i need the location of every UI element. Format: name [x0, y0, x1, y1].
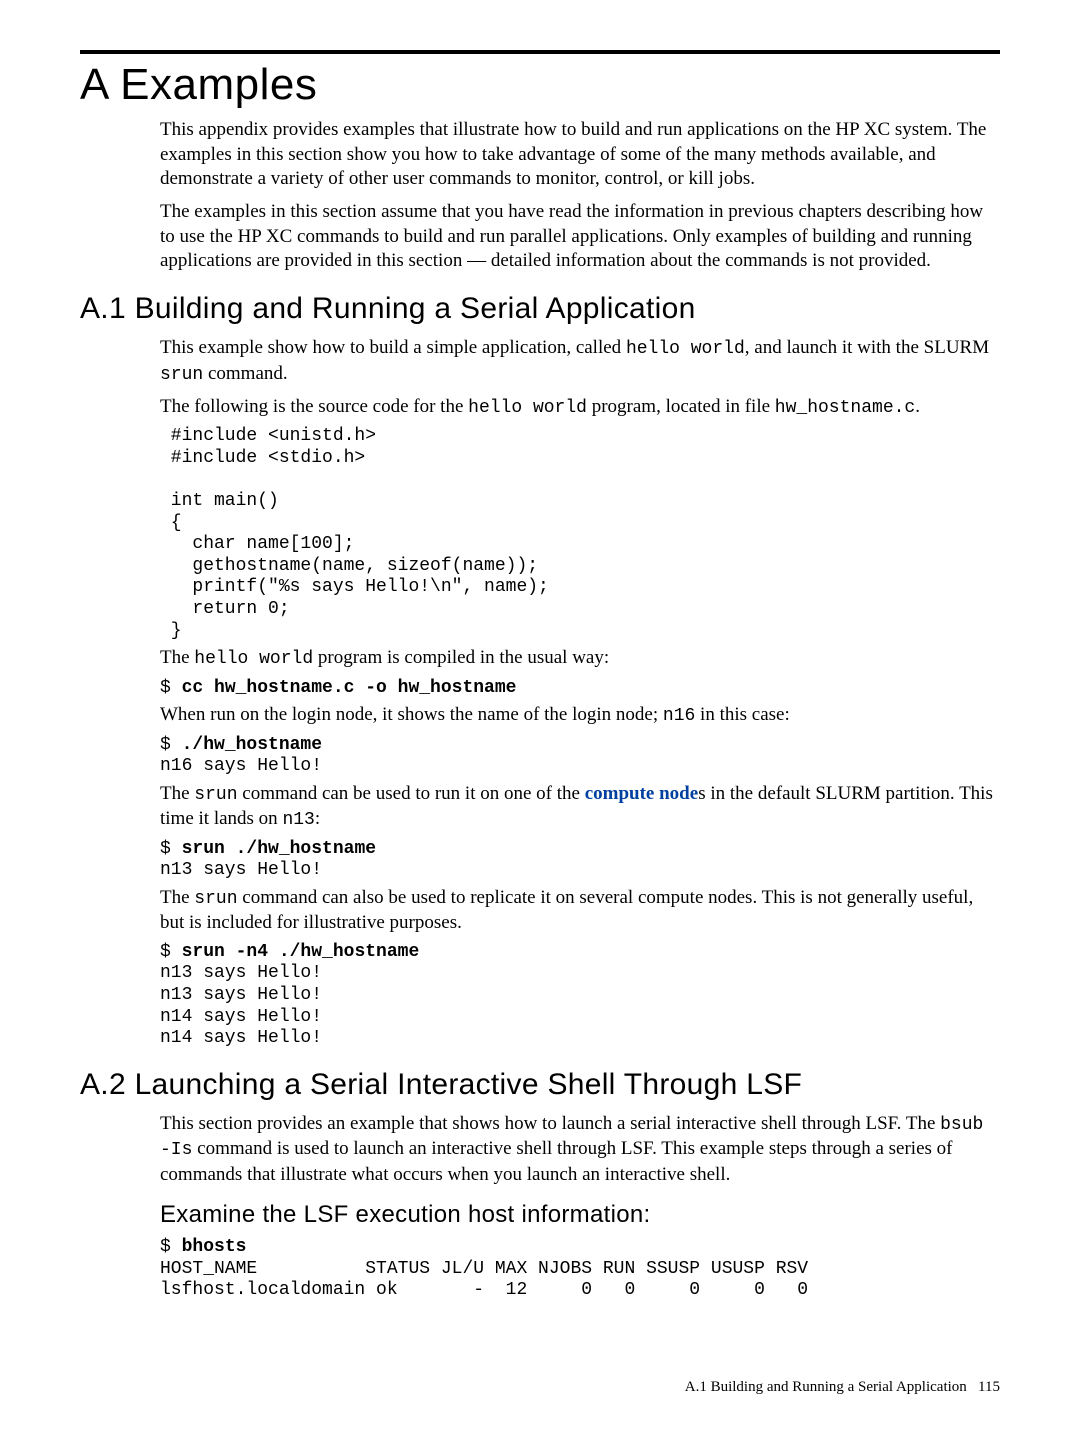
glossary-link-compute-node[interactable]: compute node — [585, 783, 698, 804]
inline-code: n16 — [663, 706, 695, 726]
inline-code: hello world — [468, 398, 587, 418]
section-a2-heading: A.2 Launching a Serial Interactive Shell… — [80, 1068, 1000, 1102]
a1-p3: The hello world program is compiled in t… — [160, 646, 1000, 671]
user-command: ./hw_hostname — [182, 735, 322, 755]
compile-command-block: $ cc hw_hostname.c -o hw_hostname — [160, 678, 1000, 700]
footer-section-title: A.1 Building and Running a Serial Applic… — [685, 1379, 967, 1395]
source-code-block: #include <unistd.h> #include <stdio.h> i… — [160, 426, 1000, 642]
user-command: bhosts — [182, 1237, 247, 1257]
inline-code: srun — [194, 889, 237, 909]
lsf-subheading: Examine the LSF execution host informati… — [160, 1201, 1000, 1229]
inline-code: srun — [160, 365, 203, 385]
user-command: srun -n4 ./hw_hostname — [182, 942, 420, 962]
a1-p4: When run on the login node, it shows the… — [160, 703, 1000, 728]
command-output: n16 says Hello! — [160, 756, 322, 776]
page-footer: A.1 Building and Running a Serial Applic… — [685, 1379, 1000, 1396]
inline-code: n13 — [282, 810, 314, 830]
appendix-title: A Examples — [80, 50, 1000, 110]
inline-code: hello world — [626, 339, 745, 359]
intro-paragraph-2: The examples in this section assume that… — [160, 200, 1000, 274]
user-command: srun ./hw_hostname — [182, 839, 376, 859]
inline-code: hw_hostname.c — [775, 398, 915, 418]
inline-code: hello world — [194, 649, 313, 669]
a2-p1: This section provides an example that sh… — [160, 1112, 1000, 1187]
inline-code: srun — [194, 785, 237, 805]
a1-p6: The srun command can also be used to rep… — [160, 886, 1000, 936]
user-command: cc hw_hostname.c -o hw_hostname — [182, 678, 517, 698]
a1-p1: This example show how to build a simple … — [160, 336, 1000, 387]
a1-p2: The following is the source code for the… — [160, 395, 1000, 420]
srun-single-block: $ srun ./hw_hostname n13 says Hello! — [160, 839, 1000, 882]
bhosts-block: $ bhosts HOST_NAME STATUS JL/U MAX NJOBS… — [160, 1237, 1000, 1302]
a1-p5: The srun command can be used to run it o… — [160, 782, 1000, 833]
section-a1-heading: A.1 Building and Running a Serial Applic… — [80, 292, 1000, 326]
page-container: A Examples This appendix provides exampl… — [0, 0, 1080, 1346]
srun-multi-block: $ srun -n4 ./hw_hostname n13 says Hello!… — [160, 942, 1000, 1050]
page-number: 115 — [978, 1379, 1000, 1395]
command-output: n13 says Hello! — [160, 860, 322, 880]
run-local-block: $ ./hw_hostname n16 says Hello! — [160, 735, 1000, 778]
intro-paragraph-1: This appendix provides examples that ill… — [160, 118, 1000, 192]
command-output: HOST_NAME STATUS JL/U MAX NJOBS RUN SSUS… — [160, 1259, 808, 1301]
command-output: n13 says Hello! n13 says Hello! n14 says… — [160, 963, 322, 1048]
